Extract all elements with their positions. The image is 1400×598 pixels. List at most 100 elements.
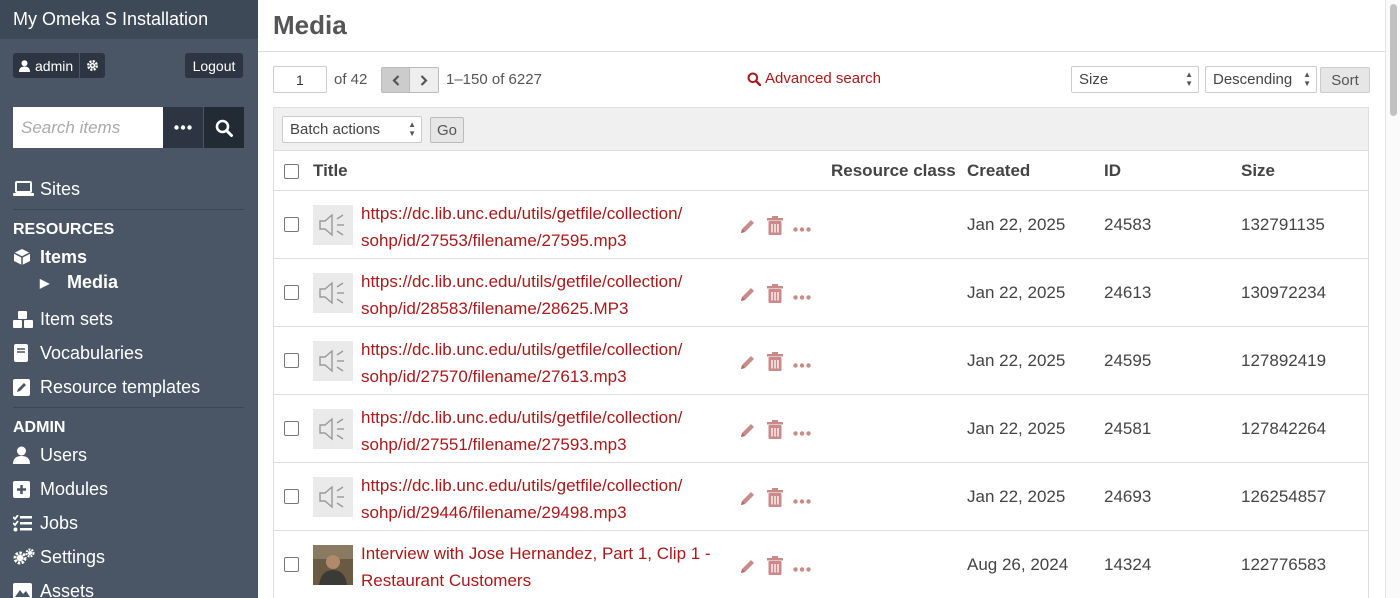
user-menu-button[interactable]: admin [13,53,106,78]
sidebar-item-item-sets[interactable]: Item sets [13,306,113,332]
trash-icon[interactable] [767,352,783,376]
row-checkbox[interactable] [284,421,299,436]
advanced-search-link[interactable]: Advanced search [747,70,881,87]
sort-button[interactable]: Sort [1320,67,1370,93]
search-icon [747,72,761,86]
row-checkbox[interactable] [284,353,299,368]
created-cell: Aug 26, 2024 [967,555,1069,574]
cubes-icon [13,310,40,328]
select-arrows-icon: ▲ ▼ [1185,70,1193,88]
created-cell: Jan 22, 2025 [967,487,1066,506]
trash-icon[interactable] [767,488,783,512]
sidebar-item-users[interactable]: Users [13,442,87,468]
column-header-title[interactable]: Title [313,161,348,181]
sidebar-item-assets[interactable]: Assets [13,578,94,598]
sidebar-item-label: Media [67,272,119,292]
sidebar-item-media[interactable]: ▶ Media [40,272,118,293]
sort-order-select[interactable]: Descending ▲ ▼ [1205,66,1317,93]
size-cell: 132791135 [1241,215,1325,234]
more-actions-icon[interactable] [793,287,811,305]
scrollbar-thumb[interactable] [1390,4,1397,116]
more-actions-icon[interactable] [793,491,811,509]
row-actions [739,488,811,512]
main-content: Media of 42 1–150 of 6227 Advanced searc… [258,0,1385,598]
result-range: 1–150 of 6227 [446,71,542,88]
size-cell: 127842264 [1241,419,1327,438]
search-input[interactable] [13,107,163,148]
caret-right-icon: ▶ [40,275,50,290]
row-checkbox[interactable] [284,217,299,232]
previous-page-button[interactable] [381,67,410,93]
row-checkbox[interactable] [284,285,299,300]
sidebar-item-modules[interactable]: Modules [13,476,108,502]
id-cell: 24595 [1104,351,1152,370]
id-cell: 24693 [1104,487,1152,506]
admin-heading: ADMIN [13,419,66,436]
row-checkbox[interactable] [284,557,299,572]
pencil-icon[interactable] [739,285,757,308]
cube-icon [13,248,40,266]
media-title-link[interactable]: https://dc.lib.unc.edu/utils/getfile/col… [361,200,731,254]
tasks-icon [13,514,40,532]
sidebar-item-vocabularies[interactable]: Vocabularies [13,340,143,366]
created-cell: Jan 22, 2025 [967,351,1066,370]
more-actions-icon[interactable] [793,423,811,441]
pencil-icon[interactable] [739,217,757,240]
sidebar-item-settings[interactable]: Settings [13,544,105,570]
sidebar-item-jobs[interactable]: Jobs [13,510,78,536]
batch-actions-select[interactable]: Batch actions ▲ ▼ [282,116,422,143]
sidebar-item-label: Modules [40,478,109,499]
select-all-checkbox[interactable] [284,164,299,179]
media-title-link[interactable]: https://dc.lib.unc.edu/utils/getfile/col… [361,404,731,458]
trash-icon[interactable] [767,420,783,444]
media-title-link[interactable]: https://dc.lib.unc.edu/utils/getfile/col… [361,268,731,322]
sort-by-select[interactable]: Size ▲ ▼ [1071,66,1199,93]
page-scrollbar[interactable] [1385,0,1400,598]
media-thumbnail[interactable] [313,477,353,517]
pencil-icon[interactable] [739,489,757,512]
media-thumbnail[interactable] [313,205,353,245]
pencil-icon[interactable] [739,557,757,580]
sidebar-item-items[interactable]: Items [13,244,87,270]
media-title-link[interactable]: Interview with Jose Hernandez, Part 1, C… [361,540,731,594]
divider [13,407,244,408]
sidebar-item-label: Sites [40,178,81,199]
media-title-link[interactable]: https://dc.lib.unc.edu/utils/getfile/col… [361,336,731,390]
column-header-id[interactable]: ID [1104,161,1121,181]
trash-icon[interactable] [767,284,783,308]
user-icon [13,59,35,72]
sidebar-item-label: Resource templates [40,376,201,397]
more-actions-icon[interactable] [793,355,811,373]
more-actions-icon[interactable] [793,219,811,237]
select-arrows-icon: ▲ ▼ [1303,70,1311,88]
page-number-input[interactable] [273,66,327,93]
media-thumbnail[interactable] [313,341,353,381]
column-header-created[interactable]: Created [967,161,1030,181]
sidebar-item-label: Settings [40,546,106,567]
size-cell: 127892419 [1241,351,1327,370]
more-actions-icon[interactable] [793,559,811,577]
trash-icon[interactable] [767,556,783,580]
pencil-icon[interactable] [739,421,757,444]
column-header-size[interactable]: Size [1241,161,1275,181]
media-title-link[interactable]: https://dc.lib.unc.edu/utils/getfile/col… [361,472,731,526]
advanced-search-label: Advanced search [765,70,881,87]
gear-icon[interactable] [79,53,105,78]
pencil-icon[interactable] [739,353,757,376]
logout-button[interactable]: Logout [185,53,243,78]
search-submit-button[interactable] [203,107,244,148]
next-page-button[interactable] [410,67,439,93]
row-checkbox[interactable] [284,489,299,504]
sidebar-item-label: Users [40,444,88,465]
batch-go-button[interactable]: Go [430,117,464,143]
media-thumbnail[interactable] [313,409,353,449]
sidebar-item-sites[interactable]: Sites [13,176,80,202]
trash-icon[interactable] [767,216,783,240]
sidebar-item-resource-templates[interactable]: Resource templates [13,374,200,400]
sidebar-item-label: Vocabularies [40,342,144,363]
search-options-button[interactable] [163,107,203,148]
media-thumbnail[interactable] [313,545,353,585]
title-line-2: sohp/id/27553/filename/27595.mp3 [361,231,627,250]
media-thumbnail[interactable] [313,273,353,313]
installation-title-link[interactable]: My Omeka S Installation [0,0,258,39]
